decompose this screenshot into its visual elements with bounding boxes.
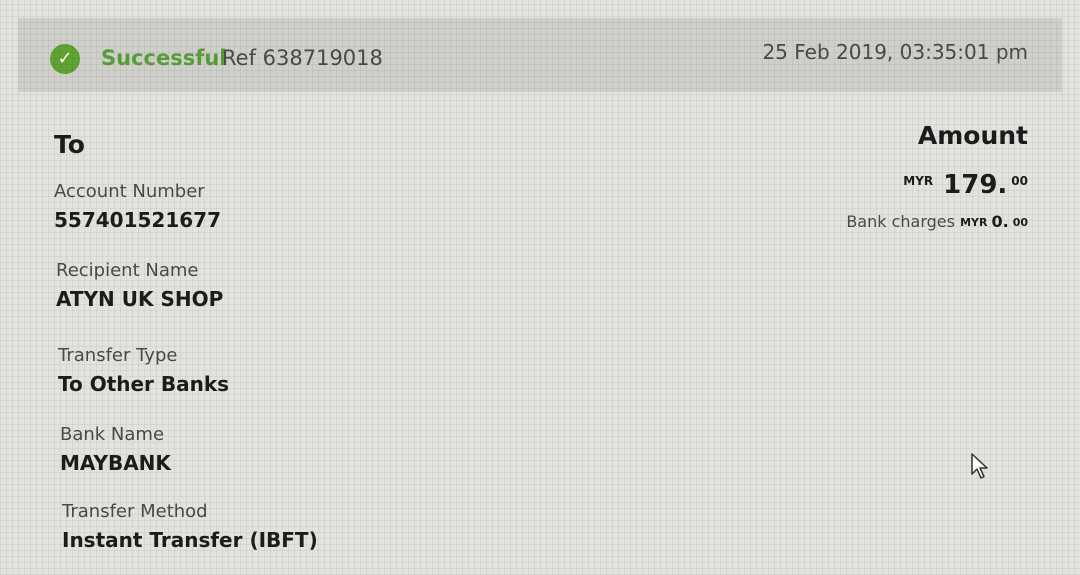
field-value: ATYN UK SHOP <box>56 287 224 311</box>
bank-charges-currency: MYR <box>960 216 988 229</box>
check-circle-icon: ✓ <box>50 44 80 74</box>
status-label: Successful <box>101 46 227 70</box>
field-label: Recipient Name <box>56 260 199 281</box>
amount-main: 179. <box>943 170 1008 200</box>
transaction-timestamp: 25 Feb 2019, 03:35:01 pm <box>762 40 1028 64</box>
mouse-pointer-icon <box>971 453 988 479</box>
account-number-field: Account Number 557401521677 <box>54 180 221 236</box>
field-label: Transfer Method <box>62 501 208 522</box>
bank-charges-cents: 00 <box>1012 216 1028 229</box>
reference-number: Ref 638719018 <box>222 46 383 70</box>
field-value: MAYBANK <box>60 451 171 475</box>
field-label: Transfer Type <box>58 345 178 366</box>
field-label: Bank Name <box>60 424 165 445</box>
field-label: Account Number <box>54 181 205 202</box>
amount-cents: 00 <box>1011 174 1028 188</box>
recipient-section-title: To <box>54 130 85 159</box>
amount-value: MYR 179. 00 <box>903 170 1028 200</box>
field-value: Instant Transfer (IBFT) <box>62 528 318 552</box>
bank-charges-value: 0. <box>991 212 1009 231</box>
recipient-name-field: Recipient Name ATYN UK SHOP <box>56 259 223 315</box>
field-value: 557401521677 <box>54 208 221 232</box>
amount-section-title: Amount <box>917 121 1028 150</box>
transfer-type-field: Transfer Type To Other Banks <box>58 344 229 400</box>
field-value: To Other Banks <box>58 372 230 396</box>
bank-charges: Bank charges MYR 0. 00 <box>846 212 1028 231</box>
amount-currency: MYR <box>903 174 934 188</box>
transfer-method-field: Transfer Method Instant Transfer (IBFT) <box>62 500 318 556</box>
bank-name-field: Bank Name MAYBANK <box>60 423 171 479</box>
bank-charges-label: Bank charges <box>846 212 955 231</box>
transaction-receipt: ✓ Successful Ref 638719018 25 Feb 2019, … <box>0 0 1080 575</box>
